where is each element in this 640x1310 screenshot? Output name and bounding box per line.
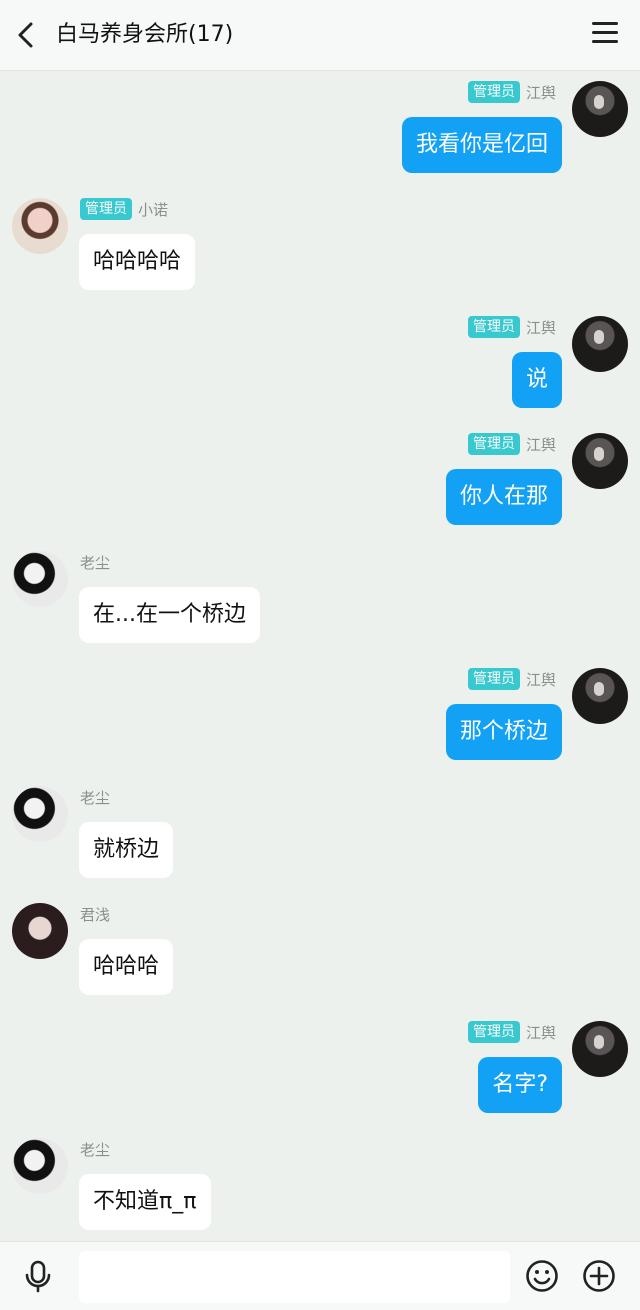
sender-meta: 管理员 小诺 xyxy=(80,198,168,220)
sender-name: 老尘 xyxy=(80,788,111,807)
message-item: 管理员 江舆 说 xyxy=(0,306,640,416)
avatar[interactable] xyxy=(572,433,628,489)
message-item: 老尘 就桥边 xyxy=(0,776,640,886)
avatar[interactable] xyxy=(572,668,628,724)
message-item: 老尘 不知道π_π xyxy=(0,1128,640,1238)
message-item: 老尘 在...在一个桥边 xyxy=(0,541,640,651)
sender-name: 江舆 xyxy=(525,1023,556,1042)
admin-badge: 管理员 xyxy=(467,668,520,690)
sender-name: 江舆 xyxy=(525,318,556,337)
message-item: 管理员 江舆 名字? xyxy=(0,1011,640,1121)
sender-meta: 老尘 xyxy=(80,551,110,573)
message-bubble[interactable]: 就桥边 xyxy=(79,822,174,878)
avatar[interactable] xyxy=(12,1138,68,1194)
message-bubble[interactable]: 不知道π_π xyxy=(79,1174,211,1230)
message-bubble[interactable]: 名字? xyxy=(478,1057,562,1113)
chevron-left-icon[interactable] xyxy=(10,18,44,52)
avatar[interactable] xyxy=(12,786,68,842)
sender-meta: 管理员 江舆 xyxy=(467,1021,556,1043)
admin-badge: 管理员 xyxy=(467,433,520,455)
sender-name: 江舆 xyxy=(525,670,556,689)
message-item: 管理员 小诺 哈哈哈哈 xyxy=(0,188,640,298)
avatar[interactable] xyxy=(572,1021,628,1077)
sender-name: 老尘 xyxy=(80,1140,111,1159)
top-bar: 白马养身会所(17) xyxy=(0,0,640,71)
message-bubble[interactable]: 说 xyxy=(511,352,562,408)
sender-meta: 老尘 xyxy=(80,1138,110,1160)
message-input[interactable] xyxy=(79,1251,510,1303)
message-bubble[interactable]: 哈哈哈 xyxy=(79,939,174,995)
sender-name: 小诺 xyxy=(138,200,169,219)
message-bubble[interactable]: 你人在那 xyxy=(445,469,562,525)
admin-badge: 管理员 xyxy=(467,1021,520,1043)
microphone-icon[interactable] xyxy=(20,1258,56,1294)
sender-name: 老尘 xyxy=(80,553,111,572)
message-bubble[interactable]: 在...在一个桥边 xyxy=(79,587,260,643)
sender-meta: 管理员 江舆 xyxy=(467,668,556,690)
sender-name: 江舆 xyxy=(525,83,556,102)
avatar[interactable] xyxy=(572,81,628,137)
avatar[interactable] xyxy=(572,316,628,372)
avatar[interactable] xyxy=(12,903,68,959)
message-bubble[interactable]: 那个桥边 xyxy=(445,704,562,760)
message-bubble[interactable]: 哈哈哈哈 xyxy=(79,234,196,290)
plus-circle-icon[interactable] xyxy=(582,1259,616,1293)
avatar[interactable] xyxy=(12,198,68,254)
admin-badge: 管理员 xyxy=(467,81,520,103)
sender-name: 江舆 xyxy=(525,435,556,454)
sender-name: 君浅 xyxy=(80,905,111,924)
sender-meta: 管理员 江舆 xyxy=(467,316,556,338)
sender-meta: 管理员 江舆 xyxy=(467,81,556,103)
admin-badge: 管理员 xyxy=(80,198,132,220)
message-item: 管理员 江舆 你人在那 xyxy=(0,423,640,533)
message-item: 管理员 江舆 那个桥边 xyxy=(0,658,640,768)
menu-icon[interactable] xyxy=(592,22,618,46)
admin-badge: 管理员 xyxy=(467,316,520,338)
chat-title: 白马养身会所(17) xyxy=(56,22,234,47)
composer-bar xyxy=(0,1241,640,1310)
message-bubble[interactable]: 我看你是亿回 xyxy=(401,117,562,173)
message-item: 君浅 哈哈哈 xyxy=(0,893,640,1003)
sender-meta: 老尘 xyxy=(80,786,110,808)
emoji-icon[interactable] xyxy=(525,1259,559,1293)
message-item: 管理员 江舆 我看你是亿回 xyxy=(0,71,640,181)
sender-meta: 君浅 xyxy=(80,903,110,925)
avatar[interactable] xyxy=(12,551,68,607)
message-list[interactable]: 管理员 江舆 我看你是亿回 管理员 小诺 哈哈哈哈 管理员 江舆 说 管理员 江… xyxy=(0,71,640,1241)
sender-meta: 管理员 江舆 xyxy=(467,433,556,455)
